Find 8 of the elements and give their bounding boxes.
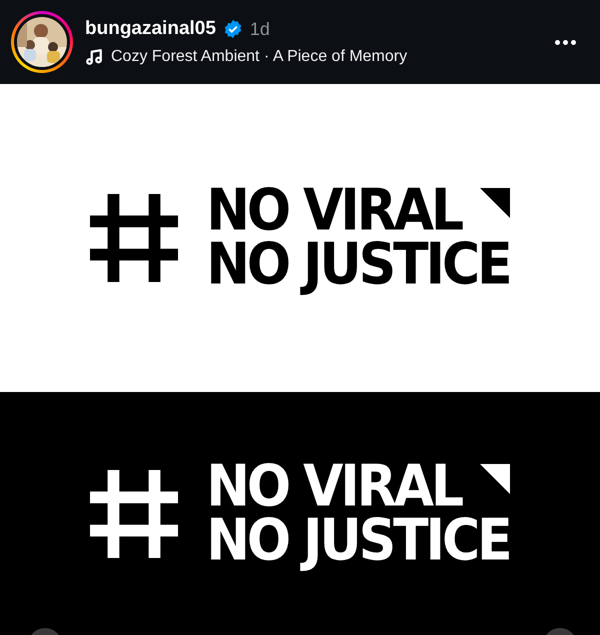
music-note-icon [85,48,103,66]
post-time: 1d [250,18,270,40]
username-link[interactable]: bungazainal05 [85,14,216,44]
audio-track-link[interactable]: Cozy Forest Ambient · A Piece of Memory [111,45,408,70]
hashtag-icon [90,470,178,558]
corner-triangle-icon [480,188,510,218]
corner-triangle-icon [480,464,510,494]
hashtag-icon [90,194,178,282]
